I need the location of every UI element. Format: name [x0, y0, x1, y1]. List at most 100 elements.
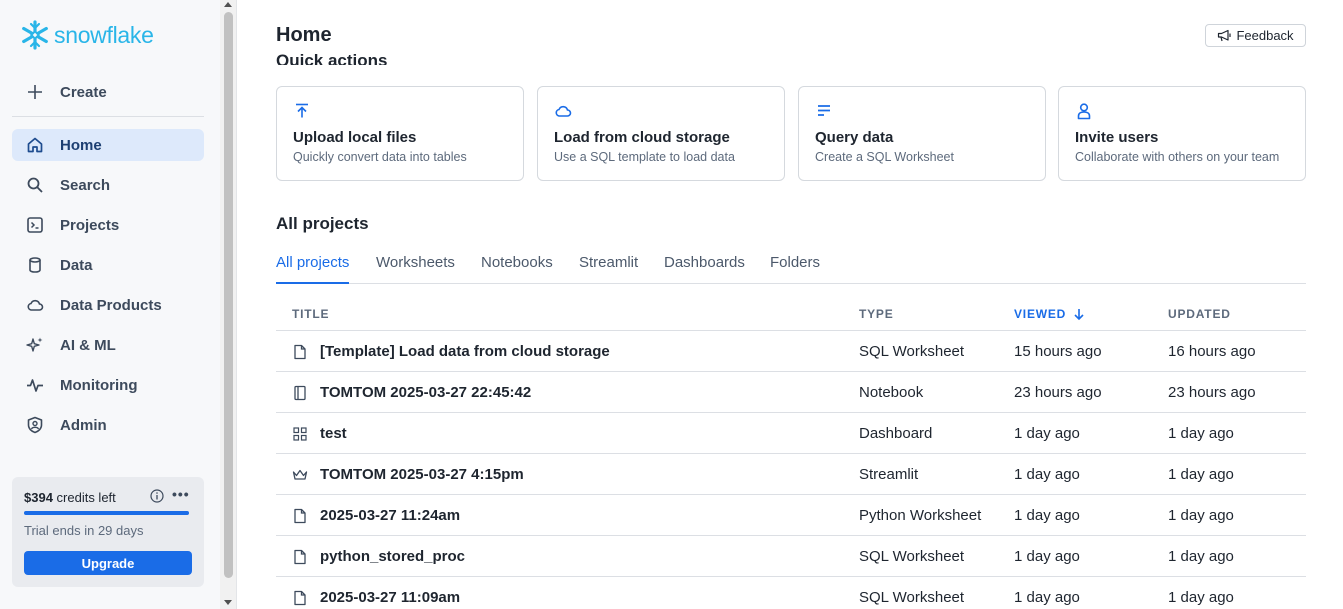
table-row[interactable]: [Template] Load data from cloud storage …	[276, 331, 1306, 372]
tab-all-projects[interactable]: All projects	[276, 254, 350, 284]
cloud-icon	[555, 105, 572, 117]
table-row[interactable]: TOMTOM 2025-03-27 4:15pm Streamlit 1 day…	[276, 454, 1306, 495]
sidebar-item-search[interactable]: Search	[12, 169, 204, 201]
megaphone-icon	[1217, 29, 1232, 42]
row-updated: 16 hours ago	[1168, 343, 1256, 360]
sidebar-item-label: Data	[60, 256, 93, 274]
scroll-down-arrow-icon[interactable]	[224, 600, 232, 605]
credits-text: $394 credits left	[24, 490, 116, 505]
column-header-title[interactable]: TITLE	[292, 307, 329, 321]
create-label: Create	[60, 83, 107, 101]
trial-text: Trial ends in 29 days	[24, 523, 144, 538]
tab-folders[interactable]: Folders	[770, 254, 820, 282]
upload-local-files-card[interactable]: Upload local files Quickly convert data …	[276, 86, 524, 181]
column-header-type[interactable]: TYPE	[859, 307, 894, 321]
user-icon	[1077, 103, 1091, 120]
column-header-viewed[interactable]: VIEWED	[1014, 307, 1086, 321]
card-title: Invite users	[1075, 129, 1159, 146]
more-options-icon[interactable]: •••	[172, 486, 190, 502]
row-type: Streamlit	[859, 466, 919, 483]
row-viewed: 1 day ago	[1014, 548, 1080, 565]
dashboard-icon	[293, 427, 307, 441]
tab-streamlit[interactable]: Streamlit	[579, 254, 638, 282]
credits-progress-bar	[24, 511, 189, 515]
sidebar-item-home[interactable]: Home	[12, 129, 204, 161]
snowflake-logo-icon	[22, 20, 48, 50]
card-title: Upload local files	[293, 129, 417, 146]
row-viewed: 1 day ago	[1014, 589, 1080, 606]
row-updated: 1 day ago	[1168, 548, 1234, 565]
credits-card: $394 credits left ••• Trial ends in 29 d…	[12, 477, 204, 587]
file-icon	[294, 344, 306, 360]
tab-dashboards[interactable]: Dashboards	[664, 254, 745, 282]
create-button[interactable]: Create	[12, 76, 204, 108]
all-projects-heading: All projects	[276, 214, 369, 233]
invite-users-card[interactable]: Invite users Collaborate with others on …	[1058, 86, 1306, 181]
shield-user-icon	[25, 415, 45, 435]
pulse-icon	[25, 375, 45, 395]
sidebar-item-label: Monitoring	[60, 376, 138, 394]
card-subtitle: Quickly convert data into tables	[293, 150, 467, 164]
upgrade-button[interactable]: Upgrade	[24, 551, 192, 575]
crown-icon	[292, 469, 308, 480]
file-icon	[294, 508, 306, 524]
upload-icon	[296, 103, 308, 118]
table-row[interactable]: test Dashboard 1 day ago 1 day ago	[276, 413, 1306, 454]
tab-notebooks[interactable]: Notebooks	[481, 254, 553, 282]
card-title: Load from cloud storage	[554, 129, 730, 146]
row-updated: 1 day ago	[1168, 466, 1234, 483]
home-icon	[25, 135, 45, 155]
logo-text: snowflake	[54, 21, 154, 48]
query-data-card[interactable]: Query data Create a SQL Worksheet	[798, 86, 1046, 181]
database-icon	[25, 255, 45, 275]
credits-suffix: credits left	[52, 490, 116, 505]
row-title: test	[320, 425, 347, 442]
row-title: [Template] Load data from cloud storage	[320, 343, 610, 360]
row-viewed: 23 hours ago	[1014, 384, 1102, 401]
row-type: SQL Worksheet	[859, 548, 965, 565]
sidebar-item-data-products[interactable]: Data Products	[12, 289, 204, 321]
row-type: SQL Worksheet	[859, 589, 965, 606]
page-title: Home	[276, 24, 332, 46]
info-icon[interactable]	[150, 489, 164, 503]
sidebar-item-ai-ml[interactable]: AI & ML	[12, 329, 204, 361]
row-type: SQL Worksheet	[859, 343, 965, 360]
sidebar-item-label: Search	[60, 176, 111, 194]
row-title: TOMTOM 2025-03-27 22:45:42	[320, 384, 532, 401]
row-updated: 1 day ago	[1168, 507, 1234, 524]
row-type: Dashboard	[859, 425, 933, 442]
feedback-button[interactable]: Feedback	[1205, 24, 1306, 47]
row-title: 2025-03-27 11:09am	[320, 589, 461, 606]
table-row[interactable]: TOMTOM 2025-03-27 22:45:42 Notebook 23 h…	[276, 372, 1306, 413]
snowflake-logo[interactable]: snowflake	[19, 19, 154, 51]
card-subtitle: Collaborate with others on your team	[1075, 150, 1280, 164]
tab-worksheets[interactable]: Worksheets	[376, 254, 455, 282]
table-row[interactable]: 2025-03-27 11:09am SQL Worksheet 1 day a…	[276, 577, 1306, 609]
sidebar-item-projects[interactable]: Projects	[12, 209, 204, 241]
project-tabs: All projects Worksheets Notebooks Stream…	[276, 254, 1306, 284]
column-header-updated[interactable]: UPDATED	[1168, 307, 1231, 321]
cloud-icon	[25, 295, 45, 315]
scroll-up-arrow-icon[interactable]	[224, 2, 232, 7]
table-row[interactable]: python_stored_proc SQL Worksheet 1 day a…	[276, 536, 1306, 577]
sidebar-divider	[12, 116, 204, 117]
sidebar-item-label: Projects	[60, 216, 120, 234]
card-subtitle: Use a SQL template to load data	[554, 150, 735, 164]
feedback-label: Feedback	[1236, 28, 1294, 43]
sidebar-item-monitoring[interactable]: Monitoring	[12, 369, 204, 401]
row-type: Python Worksheet	[859, 507, 982, 524]
sidebar-item-label: Home	[60, 136, 102, 154]
load-from-cloud-storage-card[interactable]: Load from cloud storage Use a SQL templa…	[537, 86, 785, 181]
card-subtitle: Create a SQL Worksheet	[815, 150, 954, 164]
scrollbar-thumb[interactable]	[224, 12, 233, 578]
table-row[interactable]: 2025-03-27 11:24am Python Worksheet 1 da…	[276, 495, 1306, 536]
lines-icon	[818, 105, 830, 116]
row-title: python_stored_proc	[320, 548, 466, 565]
row-updated: 1 day ago	[1168, 589, 1234, 606]
file-icon	[294, 590, 306, 606]
sidebar-item-label: Admin	[60, 416, 107, 434]
credits-amount: $394	[24, 490, 53, 505]
sidebar: snowflake Create Home Search Projects Da…	[0, 0, 220, 609]
sidebar-item-data[interactable]: Data	[12, 249, 204, 281]
sidebar-item-admin[interactable]: Admin	[12, 409, 204, 441]
